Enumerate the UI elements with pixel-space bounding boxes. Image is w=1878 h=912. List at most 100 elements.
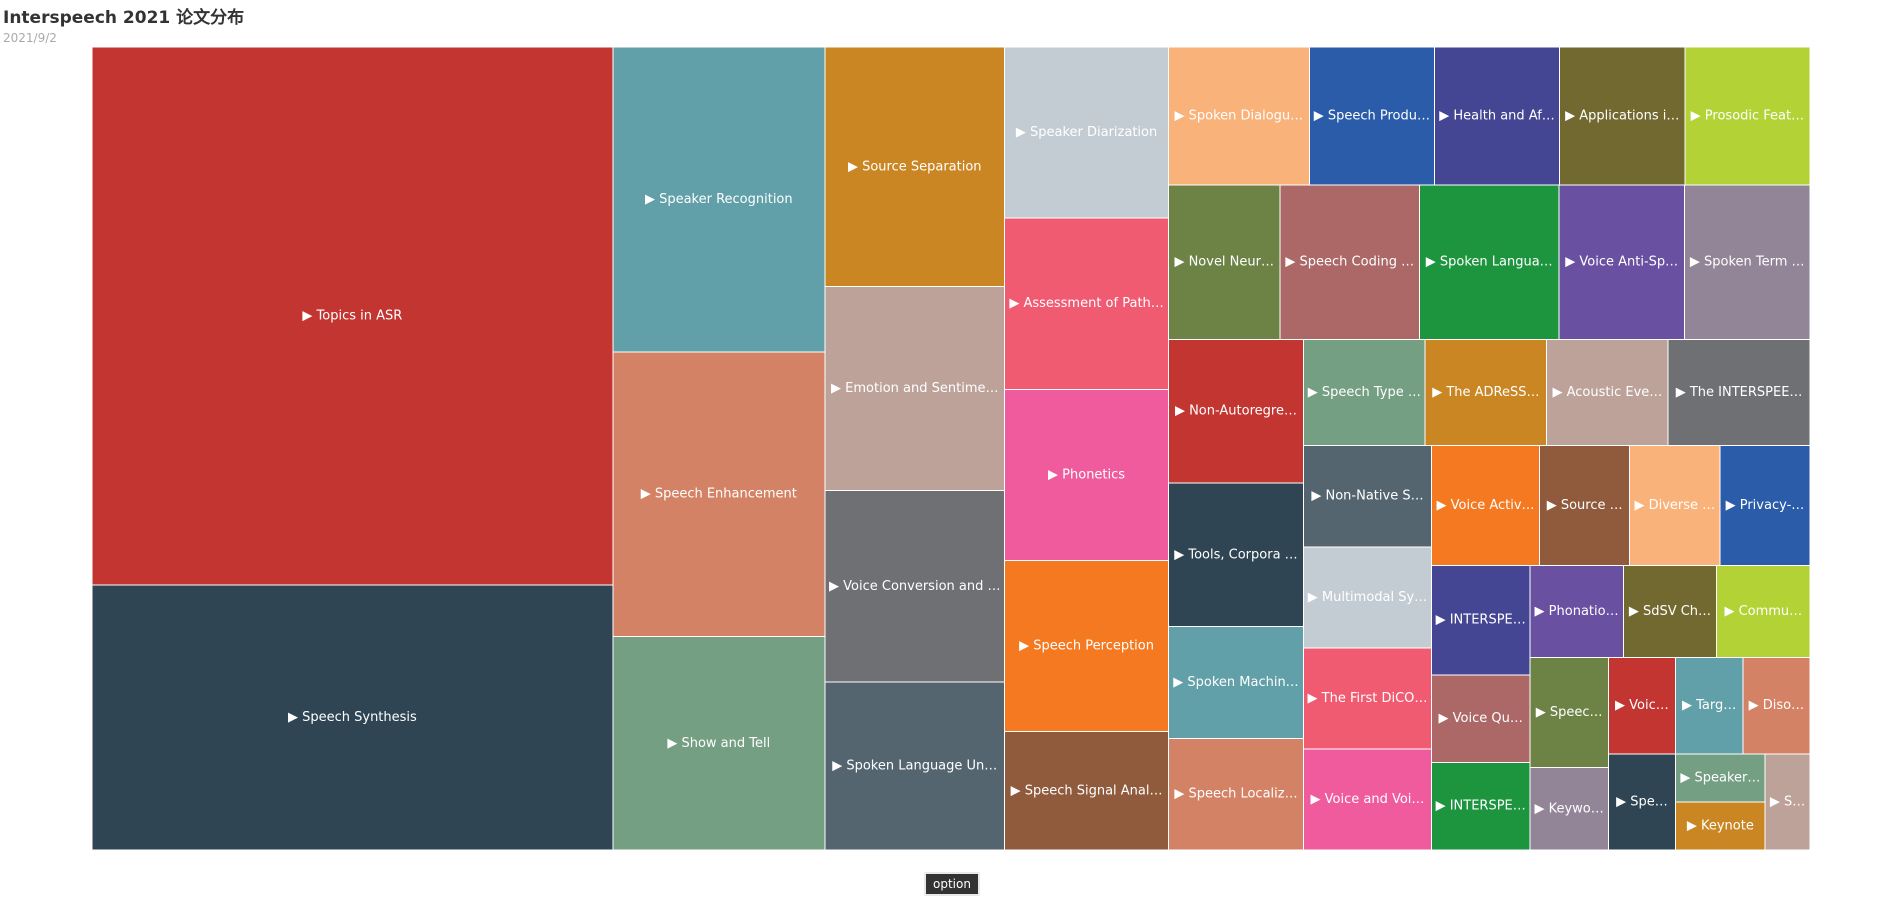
- treemap-tile-speech-localization[interactable]: ▶ Speech Localiz…: [1167, 737, 1305, 851]
- treemap-tile-label: ▶ Acoustic Eve…: [1552, 385, 1662, 400]
- treemap-tile-spoken-language-understanding[interactable]: ▶ Spoken Language Un…: [824, 681, 1006, 851]
- treemap-tile-label: ▶ Source Separation: [848, 159, 982, 174]
- treemap-tile-label: ▶ S…: [1770, 794, 1805, 809]
- treemap-tile-label: ▶ Spoken Machin…: [1173, 675, 1298, 690]
- treemap-tile-non-autoregressive-sequential-modeling[interactable]: ▶ Non-Autoregre…: [1167, 338, 1305, 484]
- treemap-tile-spoken-language-processing[interactable]: ▶ Spoken Langua…: [1418, 184, 1560, 340]
- treemap-tile-label: ▶ Phonetics: [1048, 467, 1125, 482]
- treemap-tile-speech-type-classification[interactable]: ▶ Speech Type …: [1303, 338, 1426, 447]
- treemap-tile-keynote[interactable]: ▶ Keynote: [1675, 801, 1766, 851]
- treemap-tile-speaker-language-and-privacy[interactable]: ▶ Speaker…: [1675, 753, 1766, 803]
- treemap-tile-label: ▶ Spoken Language Un…: [832, 759, 997, 774]
- treemap-tile-novel-neural-network-architectures[interactable]: ▶ Novel Neur…: [1167, 184, 1281, 340]
- treemap-tile-label: ▶ Source …: [1547, 498, 1623, 513]
- treemap-tile-communication-and-interaction[interactable]: ▶ Commu…: [1716, 564, 1811, 659]
- treemap-tile-label: ▶ Keynote: [1687, 818, 1754, 833]
- treemap-tile-label: ▶ Speaker Diarization: [1016, 125, 1157, 140]
- treemap-tile-label: ▶ Non-Native S…: [1311, 489, 1423, 504]
- treemap-tile-speech-coding-and-privacy[interactable]: ▶ Speech Coding …: [1279, 184, 1420, 340]
- treemap-tile-label: ▶ Spoken Dialogu…: [1175, 108, 1304, 123]
- treemap-tile-voice-anti-spoofing-and-countermeasure[interactable]: ▶ Voice Anti-Sp…: [1558, 184, 1685, 340]
- treemap-tile-speech-enhancement[interactable]: ▶ Speech Enhancement: [612, 351, 826, 638]
- treemap-tile-label: ▶ Voic…: [1615, 698, 1669, 713]
- treemap-tile-spoken-term-detection-voice-search[interactable]: ▶ Spoken Term …: [1683, 184, 1811, 340]
- treemap-tile-label: ▶ SdSV Ch…: [1629, 604, 1711, 619]
- treemap-tile-label: ▶ Targ…: [1682, 698, 1736, 713]
- treemap-tile-label: ▶ Voice Conversion and …: [829, 579, 1000, 594]
- treemap-tile-speech-perception[interactable]: ▶ Speech Perception: [1004, 559, 1169, 733]
- treemap-tile-voice-activity-detection[interactable]: ▶ Voice Activ…: [1430, 445, 1541, 566]
- treemap-tile-the-interspeech-2021-computational-paralinguistics-challenge[interactable]: ▶ The INTERSPEE…: [1667, 338, 1811, 447]
- treemap-tile-label: ▶ Non-Autoregre…: [1175, 404, 1297, 419]
- treemap-tile-survey-talk[interactable]: ▶ S…: [1764, 753, 1811, 851]
- treemap-tile-multimodal-systems[interactable]: ▶ Multimodal Sy…: [1303, 546, 1432, 649]
- treemap-tile-emotion-and-sentiment-analysis[interactable]: ▶ Emotion and Sentime…: [824, 286, 1006, 491]
- treemap-tile-assessment-of-pathological-speech-and-language[interactable]: ▶ Assessment of Path…: [1004, 217, 1169, 390]
- treemap-tile-non-native-speech[interactable]: ▶ Non-Native S…: [1303, 445, 1432, 548]
- treemap-tile-label: ▶ Privacy-…: [1726, 498, 1805, 513]
- treemap-tile-voice-quality-characterization[interactable]: ▶ Voice Qu…: [1430, 674, 1531, 763]
- treemap-tile-label: ▶ Voice Activ…: [1436, 498, 1534, 513]
- treemap-tile-acoustic-event-detection[interactable]: ▶ Acoustic Eve…: [1546, 338, 1669, 447]
- treemap-tile-topics-in-asr[interactable]: ▶ Topics in ASR: [91, 46, 614, 586]
- treemap-tile-voice-conversion-and-adaptation[interactable]: ▶ Voice Conversion and …: [824, 489, 1006, 683]
- treemap-tile-label: ▶ The INTERSPEE…: [1676, 385, 1803, 400]
- treemap-tile-diverse-modes-of-speech-acquisition[interactable]: ▶ Diverse …: [1629, 445, 1721, 566]
- treemap-tile-phonetics[interactable]: ▶ Phonetics: [1004, 388, 1169, 561]
- treemap-tile-label: ▶ The ADReSS…: [1432, 385, 1539, 400]
- treemap-tile-label: ▶ INTERSPE…: [1436, 799, 1526, 814]
- treemap-tile-speech-and-audio-analysis[interactable]: ▶ Spe…: [1607, 753, 1677, 851]
- treemap-tile-phonation-and-voicing[interactable]: ▶ Phonatio…: [1529, 564, 1624, 659]
- treemap-tile-label: ▶ Speech Enhancement: [641, 487, 797, 502]
- treemap-tile-label: ▶ Spoken Langua…: [1426, 255, 1553, 270]
- treemap-tile-source-separation[interactable]: ▶ Source Separation: [824, 46, 1006, 288]
- treemap-tile-interspeech-2021-acoustic-echo-cancellation-challenge[interactable]: ▶ INTERSPE…: [1430, 564, 1531, 676]
- treemap-tile-label: ▶ Novel Neur…: [1174, 255, 1274, 270]
- treemap-tile-sdsv-challenge-2021[interactable]: ▶ SdSV Ch…: [1622, 564, 1718, 659]
- treemap-tile-spoken-dialogue-systems[interactable]: ▶ Spoken Dialogu…: [1167, 46, 1310, 186]
- treemap-tile-label: ▶ Spoken Term …: [1690, 255, 1805, 270]
- treemap-tile-label: ▶ Multimodal Sy…: [1308, 590, 1427, 605]
- treemap-tile-label: ▶ The First DiCO…: [1308, 691, 1428, 706]
- treemap-tile-tools-corpora-and-resources[interactable]: ▶ Tools, Corpora …: [1167, 482, 1305, 628]
- treemap-tile-the-first-dicova-challenge[interactable]: ▶ The First DiCO…: [1303, 647, 1432, 750]
- treemap-tile-privacy-preserving-machine-learning[interactable]: ▶ Privacy-…: [1719, 445, 1811, 566]
- treemap-tile-label: ▶ Speech Coding …: [1285, 255, 1414, 270]
- treemap-tile-label: ▶ Commu…: [1724, 604, 1802, 619]
- option-button[interactable]: option: [924, 872, 980, 896]
- treemap-tile-label: ▶ Speaker Recognition: [645, 192, 793, 207]
- treemap-tile-applications-in-transcription-education-and-learning[interactable]: ▶ Applications i…: [1559, 46, 1686, 186]
- treemap-tile-show-and-tell[interactable]: ▶ Show and Tell: [612, 636, 826, 851]
- treemap-tile-the-adresso-challenge[interactable]: ▶ The ADReSS…: [1424, 338, 1548, 447]
- treemap-tile-source-separation-and-enhancement[interactable]: ▶ Source …: [1539, 445, 1631, 566]
- treemap-tile-speech-signal-analysis-and-representation[interactable]: ▶ Speech Signal Anal…: [1004, 731, 1169, 851]
- treemap-tile-speech-enhancement-and-coding[interactable]: ▶ Speec…: [1529, 657, 1609, 769]
- treemap-tile-speech-production[interactable]: ▶ Speech Produ…: [1308, 46, 1435, 186]
- treemap-tile-label: ▶ Speec…: [1536, 705, 1603, 720]
- treemap-tile-label: ▶ Topics in ASR: [302, 309, 402, 324]
- treemap-tile-label: ▶ Voice Anti-Sp…: [1565, 255, 1678, 270]
- treemap-tile-label: ▶ Diverse …: [1634, 498, 1715, 513]
- treemap-tile-label: ▶ Voice and Voi…: [1311, 792, 1425, 807]
- treemap-tile-label: ▶ Keywo…: [1534, 801, 1603, 816]
- treemap-tile-label: ▶ Assessment of Path…: [1009, 296, 1163, 311]
- treemap-tile-speaker-diarization[interactable]: ▶ Speaker Diarization: [1004, 46, 1169, 219]
- treemap-tile-label: ▶ Tools, Corpora …: [1174, 547, 1297, 562]
- treemap-tile-label: ▶ Speech Type …: [1308, 385, 1421, 400]
- treemap-tile-spoken-machine-translation[interactable]: ▶ Spoken Machin…: [1167, 626, 1305, 739]
- treemap-tile-label: ▶ Phonatio…: [1535, 604, 1619, 619]
- treemap-tile-disordered-speech[interactable]: ▶ Diso…: [1742, 657, 1811, 755]
- treemap-tile-speaker-recognition[interactable]: ▶ Speaker Recognition: [612, 46, 826, 353]
- treemap-tile-label: ▶ Speech Signal Anal…: [1011, 783, 1163, 798]
- treemap-tile-speech-synthesis[interactable]: ▶ Speech Synthesis: [91, 584, 614, 851]
- treemap-tile-interspeech-2021-deep-noise-suppression-challenge[interactable]: ▶ INTERSPE…: [1430, 761, 1531, 851]
- treemap-tile-label: ▶ Spe…: [1616, 794, 1668, 809]
- treemap-chart: ▶ Topics in ASR ▶ Speech Synthesis ▶ Speak…: [91, 46, 1811, 851]
- treemap-tile-health-and-affect[interactable]: ▶ Health and Af…: [1433, 46, 1561, 186]
- treemap-tile-label: ▶ Prosodic Feat…: [1691, 108, 1804, 123]
- treemap-tile-voice-activity-detection-and-keyword-spotting[interactable]: ▶ Voic…: [1607, 657, 1677, 755]
- treemap-tile-prosodic-features-and-structure[interactable]: ▶ Prosodic Feat…: [1684, 46, 1811, 186]
- treemap-tile-target-speaker-detection[interactable]: ▶ Targ…: [1675, 657, 1744, 755]
- treemap-tile-keyword-search[interactable]: ▶ Keywo…: [1529, 767, 1609, 851]
- treemap-tile-voice-and-voicing[interactable]: ▶ Voice and Voi…: [1303, 748, 1432, 851]
